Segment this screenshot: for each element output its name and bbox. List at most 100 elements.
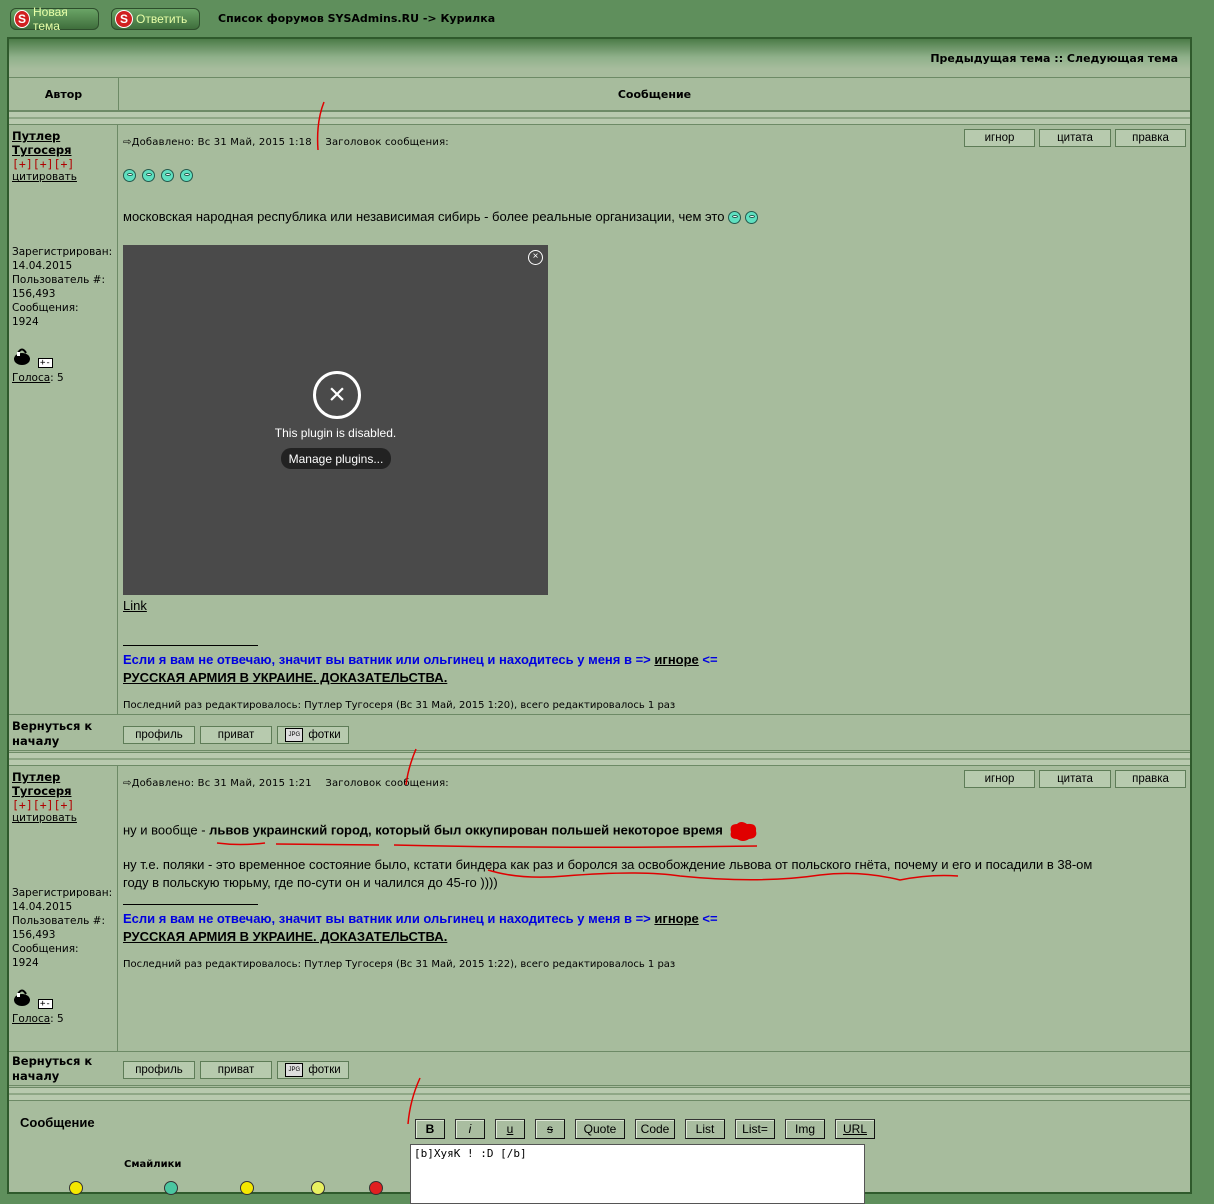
votes-link[interactable]: Голоса <box>12 372 50 384</box>
new-topic-button[interactable]: S Новая тема <box>10 5 99 33</box>
underline-button[interactable]: u <box>495 1119 525 1139</box>
signature-arrow: <= <box>702 652 718 667</box>
user-number: 156,493 <box>12 288 56 300</box>
votes-count: : 5 <box>50 372 64 384</box>
quote-author-link[interactable]: цитировать <box>12 171 114 184</box>
photo-icon: JPG <box>285 1063 304 1077</box>
code-button[interactable]: Code <box>635 1119 675 1139</box>
plus-minus-icon[interactable]: +- <box>38 999 53 1009</box>
angry-smiley-icon[interactable] <box>369 1181 383 1195</box>
author-rank: [+][+][+] <box>12 157 75 171</box>
author-rank: [+][+][+] <box>12 798 75 812</box>
plugin-disabled-icon: × <box>313 371 361 419</box>
post-author-column: Путлер Тугосеря [+][+][+] цитировать Зар… <box>9 766 118 1051</box>
quote-button[interactable]: цитата <box>1039 129 1111 147</box>
post-meta: ⇨Добавлено: Вс 31 Май, 2015 1:21 Заголов… <box>123 778 449 789</box>
smilies-title: Смайлики <box>124 1159 182 1170</box>
votes: Голоса: 5 <box>12 1013 64 1025</box>
signature-text: Если я вам не отвечаю, значит вы ватник … <box>123 911 651 926</box>
url-button[interactable]: URL <box>835 1119 875 1139</box>
smilies-row <box>123 169 193 182</box>
profile-button[interactable]: профиль <box>123 726 195 744</box>
author-name[interactable]: Путлер Тугосеря <box>12 770 114 798</box>
votes: Голоса: 5 <box>12 372 64 384</box>
post-meta: ⇨Добавлено: Вс 31 Май, 2015 1:18 Заголов… <box>123 137 449 148</box>
smiley-icon[interactable] <box>240 1181 254 1195</box>
post-arrow-icon: ⇨ <box>123 778 132 789</box>
ignore-button[interactable]: игнор <box>964 129 1035 147</box>
forum-frame: Предыдущая тема :: Следующая тема Автор … <box>7 37 1192 1204</box>
signature-army-link[interactable]: РУССКАЯ АРМИЯ В УКРАИНЕ. ДОКАЗАТЕЛЬСТВА. <box>123 929 447 944</box>
post-text-bold: львов украинский город, который был окку… <box>209 822 723 838</box>
smiley-icon <box>161 169 174 182</box>
quote-author-link[interactable]: цитировать <box>12 812 114 825</box>
reply-title: Сообщение <box>20 1115 95 1130</box>
votes-link[interactable]: Голоса <box>12 1013 50 1025</box>
votes-count: : 5 <box>50 1013 64 1025</box>
post-actions: игнор цитата правка <box>964 770 1186 788</box>
private-message-button[interactable]: приват <box>200 1061 272 1079</box>
row-separator <box>9 752 1190 766</box>
registered-date: 14.04.2015 <box>12 260 73 272</box>
signature-army-link[interactable]: РУССКАЯ АРМИЯ В УКРАИНЕ. ДОКАЗАТЕЛЬСТВА. <box>123 670 447 685</box>
signature-arrow: <= <box>702 911 718 926</box>
new-topic-label: Новая тема <box>33 5 68 33</box>
back-to-top-link[interactable]: Вернуться к началу <box>12 1054 112 1084</box>
posted-date: Добавлено: Вс 31 Май, 2015 1:18 <box>131 137 312 148</box>
edit-button[interactable]: правка <box>1115 770 1186 788</box>
messages-count: 1924 <box>12 957 39 969</box>
ignore-link[interactable]: игноре <box>654 652 698 667</box>
back-to-top-link[interactable]: Вернуться к началу <box>12 719 112 749</box>
post-author-column: Путлер Тугосеря [+][+][+] цитировать Зар… <box>9 125 118 714</box>
smiley-icon <box>142 169 155 182</box>
ignore-link[interactable]: игноре <box>654 911 698 926</box>
post-text-line: ну т.е. поляки - это временное состояние… <box>123 857 1093 872</box>
registered-label: Зарегистрирован: <box>12 887 113 899</box>
reply-button[interactable]: S Ответить <box>111 8 200 30</box>
ignore-button[interactable]: игнор <box>964 770 1035 788</box>
bold-button[interactable]: B <box>415 1119 445 1139</box>
ordered-list-button[interactable]: List= <box>735 1119 775 1139</box>
post: Путлер Тугосеря [+][+][+] цитировать Зар… <box>9 766 1190 1052</box>
author-info: Зарегистрирован: 14.04.2015 Пользователь… <box>12 886 112 970</box>
strike-button[interactable]: s <box>535 1119 565 1139</box>
italic-button[interactable]: i <box>455 1119 485 1139</box>
close-icon[interactable]: × <box>528 250 543 265</box>
signature-line: Если я вам не отвечаю, значит вы ватник … <box>123 911 718 926</box>
subject-label: Заголовок сообщения: <box>325 137 449 148</box>
private-message-button[interactable]: приват <box>200 726 272 744</box>
grin-smiley-icon[interactable] <box>164 1181 178 1195</box>
registered-label: Зарегистрирован: <box>12 246 113 258</box>
quote-tag-button[interactable]: Quote <box>575 1119 625 1139</box>
registered-date: 14.04.2015 <box>12 901 73 913</box>
embed-link[interactable]: Link <box>123 598 147 613</box>
plugin-message: This plugin is disabled. <box>274 426 397 440</box>
smiley-icon[interactable] <box>69 1181 83 1195</box>
reply-textarea[interactable]: [b]ХуяК ! :D [/b] <box>410 1144 865 1204</box>
post-text: московская народная республика или незав… <box>123 209 758 225</box>
image-button[interactable]: Img <box>785 1119 825 1139</box>
post-text-line: ну и вообще - львов украинский город, ко… <box>123 820 759 842</box>
profile-button[interactable]: профиль <box>123 1061 195 1079</box>
author-name[interactable]: Путлер Тугосеря <box>12 129 114 157</box>
row-separator <box>9 111 1190 125</box>
prev-next-topic-links[interactable]: Предыдущая тема :: Следующая тема <box>930 52 1178 65</box>
quote-button[interactable]: цитата <box>1039 770 1111 788</box>
edit-button[interactable]: правка <box>1115 129 1186 147</box>
photos-label: фотки <box>308 1064 341 1076</box>
breadcrumb[interactable]: Список форумов SYSAdmins.RU -> Курилка <box>218 12 495 25</box>
manage-plugins-button[interactable]: Manage plugins... <box>281 448 391 469</box>
list-button[interactable]: List <box>685 1119 725 1139</box>
profile-actions: профиль приват JPG фотки <box>123 1061 349 1079</box>
edited-note: Последний раз редактировалось: Путлер Ту… <box>123 959 676 970</box>
quick-reply-area: Сообщение Смайлики B i u s Quote Code Li… <box>9 1103 1190 1204</box>
smiley-icon <box>744 211 758 225</box>
photos-button[interactable]: JPG фотки <box>277 726 349 744</box>
smiley-icon <box>728 211 742 225</box>
eyes-smiley-icon[interactable] <box>311 1181 325 1195</box>
post: Путлер Тугосеря [+][+][+] цитировать Зар… <box>9 125 1190 715</box>
photos-label: фотки <box>308 729 341 741</box>
top-bar: S Новая тема S Ответить Список форумов S… <box>0 0 1214 36</box>
plus-minus-icon[interactable]: +- <box>38 358 53 368</box>
photos-button[interactable]: JPG фотки <box>277 1061 349 1079</box>
